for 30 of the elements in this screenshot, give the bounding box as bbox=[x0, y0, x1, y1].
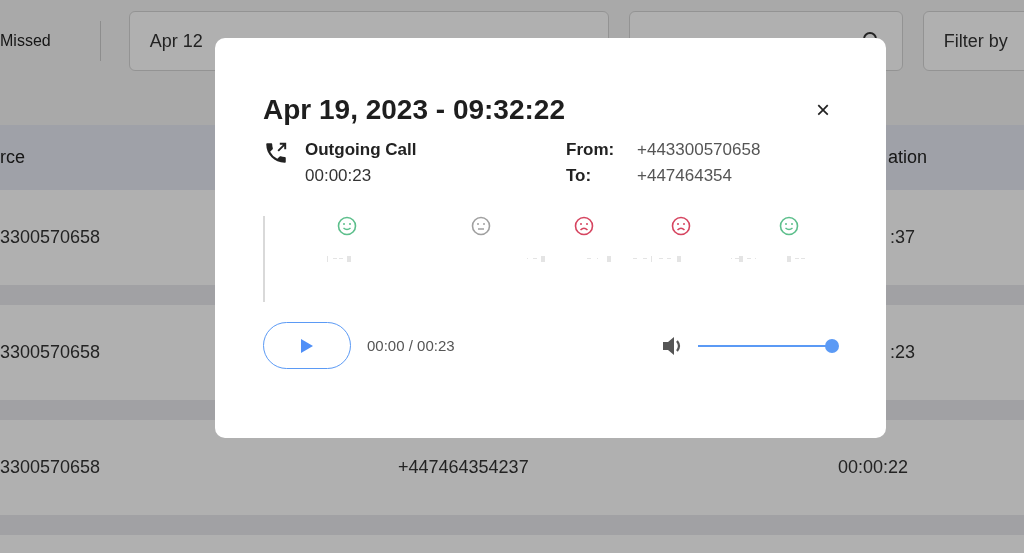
play-icon bbox=[300, 337, 314, 354]
call-type: Outgoing Call bbox=[305, 140, 417, 160]
status-label: Missed bbox=[0, 32, 51, 50]
phone-number: +447464354 bbox=[637, 166, 734, 186]
volume-slider[interactable] bbox=[698, 338, 838, 353]
frowning-face-icon bbox=[671, 216, 691, 236]
table-cell: :37 bbox=[890, 227, 916, 248]
call-duration: 00:00:23 bbox=[305, 166, 373, 186]
table-cell: 3300570658 bbox=[0, 457, 101, 478]
play-button[interactable] bbox=[263, 322, 351, 369]
neutral-face-icon bbox=[471, 216, 491, 236]
column-header: rce bbox=[0, 147, 25, 168]
playback-time: 00:00 / 00:23 bbox=[367, 337, 456, 354]
smiling-face-icon bbox=[779, 216, 799, 236]
column-header: ation bbox=[888, 147, 928, 168]
phone-outgoing-icon bbox=[263, 140, 289, 166]
filter-select[interactable]: Filter by bbox=[922, 11, 1024, 71]
table-cell: :23 bbox=[890, 342, 916, 363]
dialog-title: Apr 19, 2023 - 09:32:22 bbox=[263, 94, 565, 126]
volume-thumb[interactable] bbox=[825, 338, 839, 353]
table-cell: 3300570658 bbox=[0, 342, 101, 363]
close-button[interactable]: × bbox=[808, 98, 838, 122]
table-cell: 3300570658 bbox=[0, 227, 101, 248]
table-cell: +447464354237 bbox=[398, 457, 529, 478]
frowning-face-icon bbox=[574, 216, 594, 236]
detail-label: From: bbox=[566, 140, 616, 160]
smiling-face-icon bbox=[337, 216, 357, 236]
detail-label: To: bbox=[566, 166, 593, 186]
table-cell: 00:00:22 bbox=[838, 457, 909, 478]
phone-number: +443300570658 bbox=[637, 140, 761, 160]
